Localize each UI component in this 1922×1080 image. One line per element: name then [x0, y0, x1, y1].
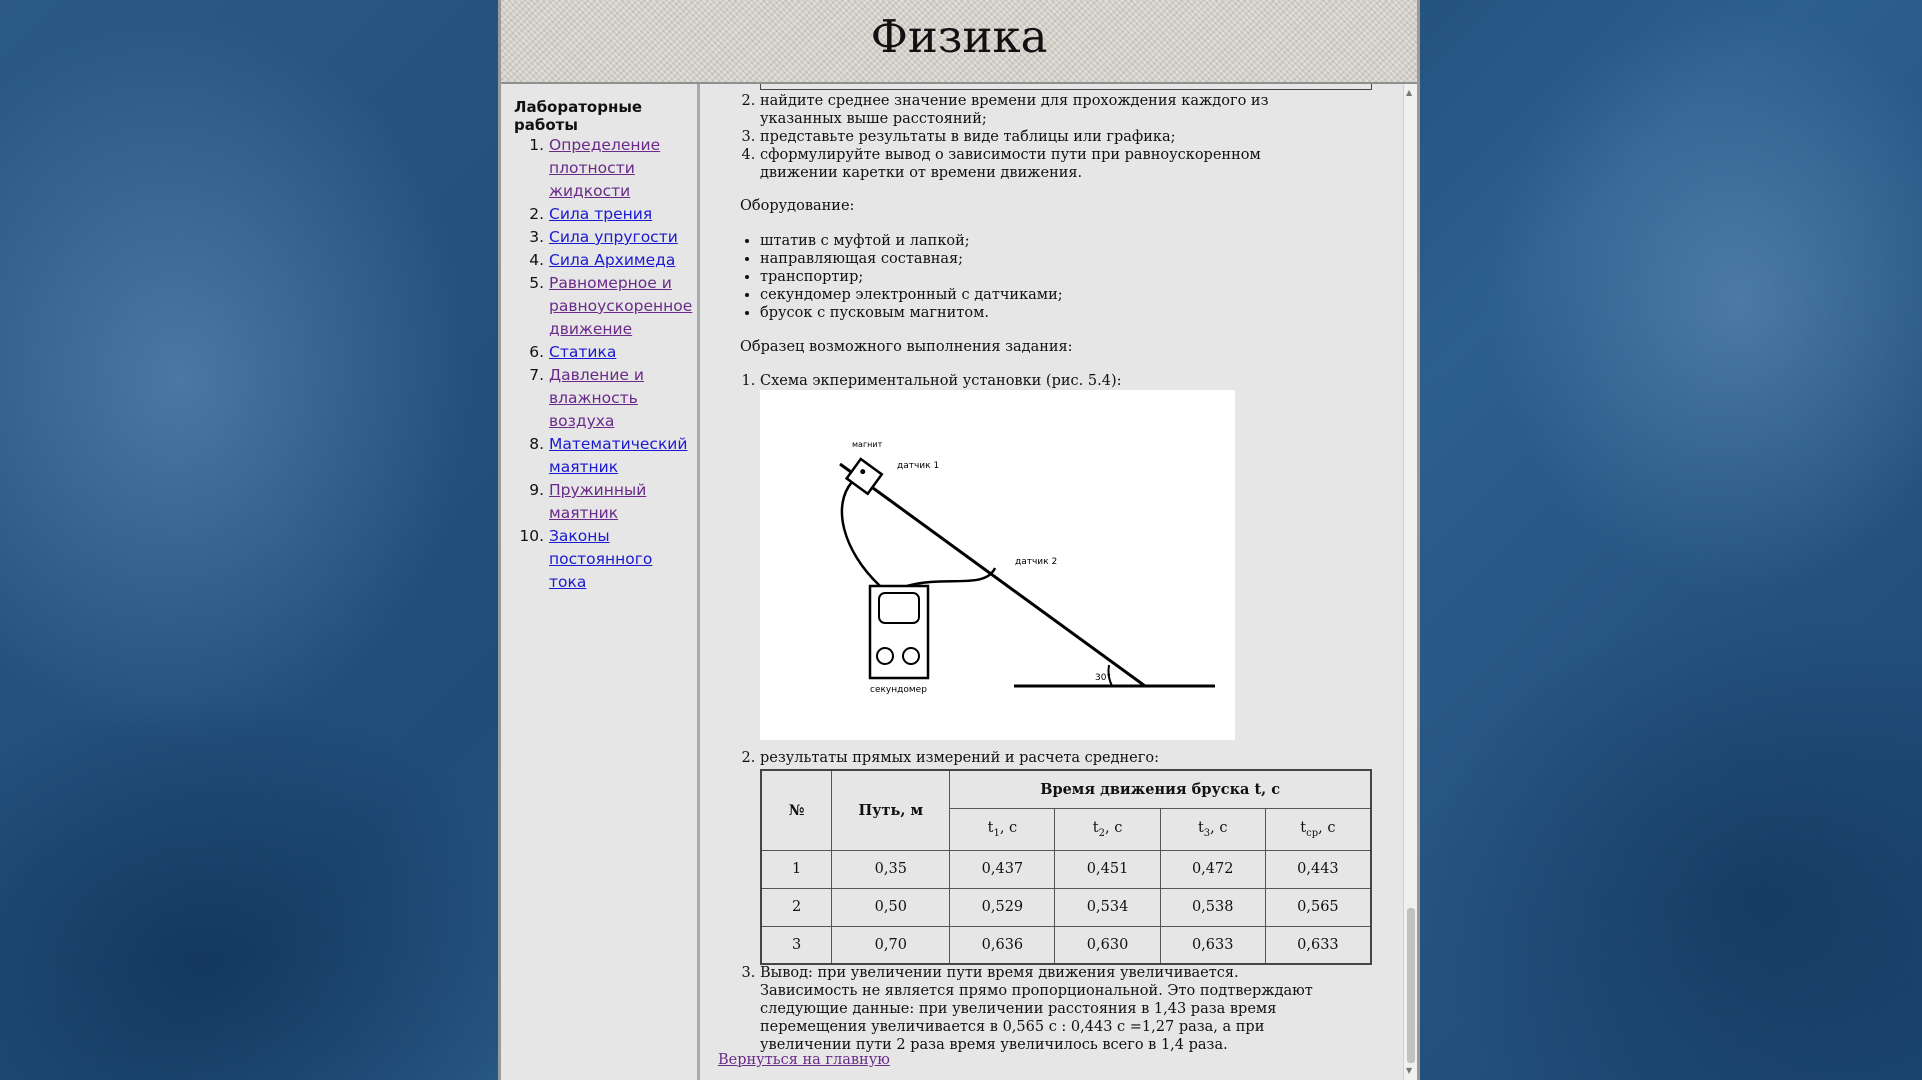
label-sensor-2: датчик 2	[1015, 557, 1057, 567]
table-cell: 0,472	[1159, 849, 1266, 889]
table-cell: 0,538	[1159, 887, 1266, 927]
sidebar: Лабораторные работы Определение плотност…	[501, 84, 700, 1080]
list-item: найдите среднее значение времени для про…	[760, 92, 1340, 128]
table-cell: 0,630	[1054, 925, 1161, 965]
table-cell: 0,451	[1054, 849, 1161, 889]
sidebar-item: Определение плотности жидкости	[549, 134, 691, 203]
wire-1	[840, 481, 881, 587]
task-steps-list: найдите среднее значение времени для про…	[708, 92, 1340, 182]
stopwatch-button-left	[876, 647, 894, 665]
site-title: Физика	[870, 10, 1048, 63]
list-item: направляющая составная;	[760, 250, 1340, 268]
sidebar-item: Сила упругости	[549, 226, 691, 249]
table-header-tavg: tср, с	[1264, 807, 1372, 851]
list-item: сформулируйте вывод о зависимости пути п…	[760, 146, 1340, 182]
table-cell: 0,443	[1264, 849, 1372, 889]
label-stopwatch: секундомер	[870, 685, 927, 695]
table-cell: 3	[760, 925, 833, 965]
site-header: Физика	[501, 0, 1417, 84]
equipment-label: Оборудование:	[740, 198, 855, 214]
sidebar-link-friction[interactable]: Сила трения	[549, 205, 652, 223]
table-header-t1: t1, с	[949, 807, 1056, 851]
sidebar-link-motion[interactable]: Равномерное и равноускоренное движение	[549, 274, 692, 338]
main-content: найдите среднее значение времени для про…	[708, 84, 1402, 1080]
page-container: Физика Лабораторные работы Определение п…	[498, 0, 1420, 1080]
sidebar-item: Сила Архимеда	[549, 249, 691, 272]
table-header-t2: t2, с	[1054, 807, 1161, 851]
sidebar-link-dc-laws[interactable]: Законы постоянного тока	[549, 527, 652, 591]
equipment-list: штатив с муфтой и лапкой; направляющая с…	[708, 232, 1340, 322]
sidebar-link-math-pendulum[interactable]: Математический маятник	[549, 435, 687, 476]
table-header-time: Время движения бруска t, с	[949, 769, 1372, 809]
table-cell: 0,35	[831, 849, 951, 889]
table-cell: 0,437	[949, 849, 1056, 889]
table-cell: 0,70	[831, 925, 951, 965]
table-cell: 0,529	[949, 887, 1056, 927]
label-magnet: магнит	[852, 440, 883, 449]
sidebar-link-statics[interactable]: Статика	[549, 343, 616, 361]
sidebar-link-pressure[interactable]: Давление и влажность воздуха	[549, 366, 644, 430]
list-item: Схема экпериментальной установки (рис. 5…	[760, 372, 1340, 390]
results-table: № Путь, м Время движения бруска t, с t1,…	[760, 769, 1372, 965]
sidebar-item: Сила трения	[549, 203, 691, 226]
table-cell: 0,565	[1264, 887, 1372, 927]
table-header-t3: t3, с	[1159, 807, 1266, 851]
conclusion-list: Вывод: при увеличении пути время движени…	[708, 964, 1340, 1054]
table-cell: 0,633	[1264, 925, 1372, 965]
table-cell: 2	[760, 887, 833, 927]
table-header-num: №	[760, 769, 833, 851]
sidebar-item: Математический маятник	[549, 433, 691, 479]
table-cell: 0,534	[1054, 887, 1161, 927]
sidebar-item: Законы постоянного тока	[549, 525, 691, 594]
stopwatch-display	[878, 592, 920, 624]
table-cell: 0,636	[949, 925, 1056, 965]
vertical-scrollbar[interactable]: ▲ ▼	[1403, 84, 1417, 1080]
label-sensor-1: датчик 1	[897, 461, 939, 471]
lab-works-list: Определение плотности жидкости Сила трен…	[501, 134, 692, 594]
scroll-thumb[interactable]	[1407, 908, 1415, 1063]
scroll-up-arrow-icon[interactable]: ▲	[1406, 88, 1412, 97]
sample-label: Образец возможного выполнения задания:	[740, 339, 1073, 355]
table-cell: 1	[760, 849, 833, 889]
sidebar-link-elasticity[interactable]: Сила упругости	[549, 228, 678, 246]
sidebar-title: Лабораторные работы	[514, 98, 643, 134]
table-cell: 0,633	[1159, 925, 1266, 965]
table-header-path: Путь, м	[831, 769, 951, 851]
stopwatch-button-right	[902, 647, 920, 665]
wire-2	[906, 567, 997, 588]
list-item: транспортир;	[760, 268, 1340, 286]
sidebar-item: Статика	[549, 341, 691, 364]
table-row: 3 0,70 0,636 0,630 0,633 0,633	[760, 925, 1372, 965]
sidebar-link-density[interactable]: Определение плотности жидкости	[549, 136, 660, 200]
back-to-home-link[interactable]: Вернуться на главную	[718, 1052, 890, 1068]
list-item: результаты прямых измерений и расчета ср…	[760, 749, 1340, 767]
list-item: представьте результаты в виде таблицы ил…	[760, 128, 1340, 146]
sidebar-item: Равномерное и равноускоренное движение	[549, 272, 692, 341]
table-row: 2 0,50 0,529 0,534 0,538 0,565	[760, 887, 1372, 927]
scroll-down-arrow-icon[interactable]: ▼	[1406, 1066, 1412, 1075]
sidebar-item: Давление и влажность воздуха	[549, 364, 691, 433]
table-cell: 0,50	[831, 887, 951, 927]
sample-list: Схема экпериментальной установки (рис. 5…	[708, 372, 1340, 390]
setup-diagram: магнит датчик 1 датчик 2 30° секундомер	[760, 390, 1235, 740]
table-row: 1 0,35 0,437 0,451 0,472 0,443	[760, 849, 1372, 889]
list-item: брусок с пусковым магнитом.	[760, 304, 1340, 322]
results-list: результаты прямых измерений и расчета ср…	[708, 749, 1340, 767]
setup-diagram-svg: магнит датчик 1 датчик 2 30° секундомер	[839, 440, 1215, 695]
previous-table-bottom	[760, 84, 1372, 90]
conclusion-text: Вывод: при увеличении пути время движени…	[760, 964, 1340, 1054]
list-item: секундомер электронный с датчиками;	[760, 286, 1340, 304]
sidebar-item: Пружинный маятник	[549, 479, 691, 525]
list-item: штатив с муфтой и лапкой;	[760, 232, 1340, 250]
magnet-block	[844, 457, 884, 496]
sidebar-link-spring-pendulum[interactable]: Пружинный маятник	[549, 481, 646, 522]
label-angle: 30°	[1095, 673, 1111, 683]
sidebar-link-archimedes[interactable]: Сила Архимеда	[549, 251, 675, 269]
